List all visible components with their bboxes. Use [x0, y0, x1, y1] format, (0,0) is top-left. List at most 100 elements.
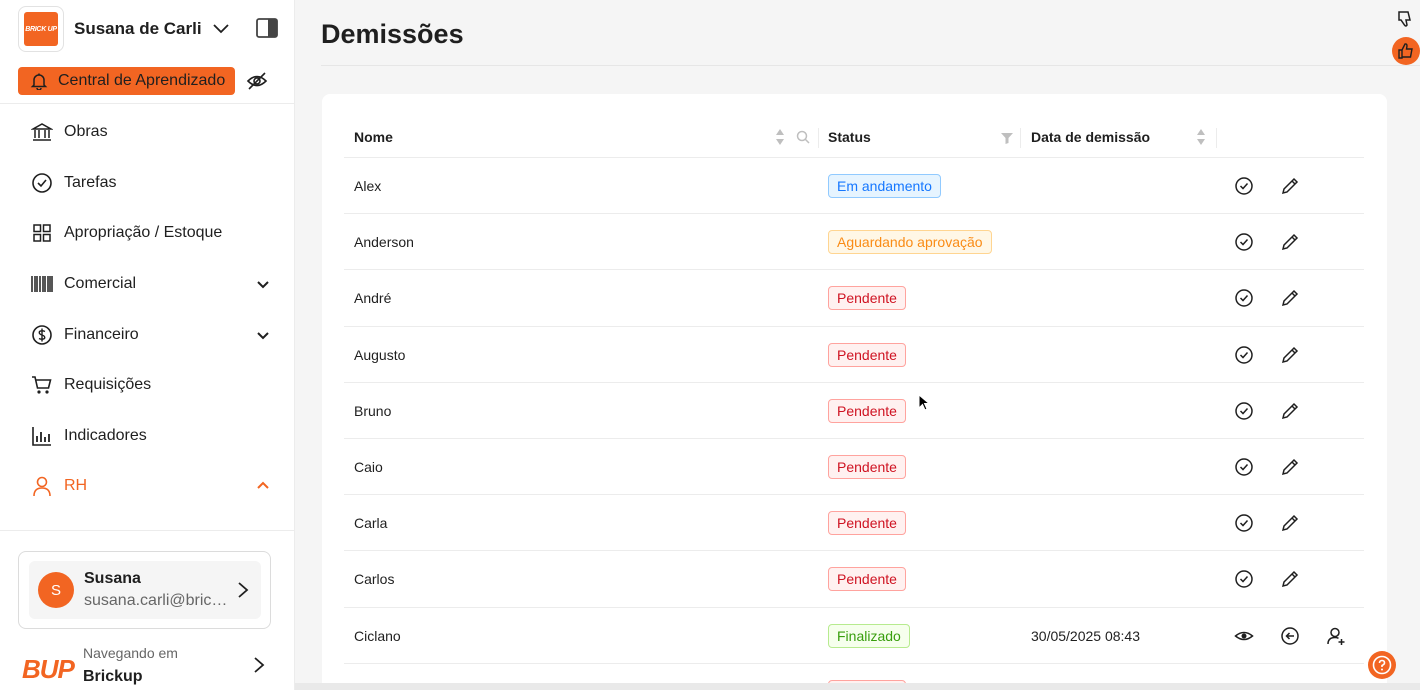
user-card: S Susana susana.carli@brickup.com.br [18, 551, 271, 629]
chevron-down-icon [256, 328, 270, 342]
eye-icon[interactable] [1234, 626, 1254, 646]
sidebar-divider [0, 530, 295, 531]
check-circle-icon [31, 172, 53, 194]
employee-name: Ciclano [354, 627, 401, 644]
check-circle-icon[interactable] [1234, 513, 1254, 533]
employee-name: André [354, 290, 392, 307]
page-title: Demissões [321, 19, 464, 49]
table-row: Carla Pendente [344, 495, 1364, 552]
panel-toggle-icon[interactable] [256, 18, 278, 38]
barcode-icon [31, 273, 53, 295]
title-divider [321, 65, 1420, 66]
edit-icon[interactable] [1280, 232, 1300, 252]
table-header: Nome Status Data de demissão [344, 116, 1364, 158]
sort-icon[interactable] [775, 128, 785, 146]
thumbs-down-icon[interactable] [1396, 9, 1416, 29]
horizontal-scrollbar[interactable] [295, 683, 1420, 690]
nav-item-requisicoes[interactable]: Requisições [0, 360, 295, 411]
nav-item-apropriacao[interactable]: Apropriação / Estoque [0, 208, 295, 259]
check-circle-icon[interactable] [1234, 345, 1254, 365]
status-badge: Pendente [828, 567, 906, 592]
table-row: Caio Pendente [344, 439, 1364, 496]
user-profile-button[interactable]: S Susana susana.carli@brickup.com.br [29, 561, 261, 619]
table-row: Ciclano Finalizado 30/05/2025 08:43 [344, 608, 1364, 664]
filter-icon[interactable] [1001, 131, 1013, 144]
column-separator [818, 128, 819, 148]
avatar: S [38, 572, 74, 608]
status-badge: Aguardando aprovação [828, 230, 992, 255]
chevron-down-icon [212, 20, 230, 38]
workspace-logo: BRICK UP [18, 6, 64, 52]
check-circle-icon[interactable] [1234, 457, 1254, 477]
column-separator [1020, 128, 1021, 148]
nav-label: RH [64, 477, 88, 495]
edit-icon[interactable] [1280, 569, 1300, 589]
sort-icon[interactable] [1196, 128, 1206, 146]
org-name: Brickup [83, 668, 143, 685]
learning-center-label: Central de Aprendizado [58, 72, 226, 89]
search-icon[interactable] [796, 130, 810, 144]
dollar-circle-icon [31, 324, 53, 346]
thumbs-up-icon[interactable] [1392, 37, 1420, 65]
arrow-left-circle-icon[interactable] [1280, 626, 1300, 646]
employee-name: Augusto [354, 346, 406, 363]
check-circle-icon[interactable] [1234, 176, 1254, 196]
employee-name: Carla [354, 515, 388, 532]
user-add-icon[interactable] [1326, 626, 1346, 646]
edit-icon[interactable] [1280, 457, 1300, 477]
column-header-name: Nome [354, 129, 393, 145]
nav-label: Apropriação / Estoque [64, 224, 223, 242]
nav-item-financeiro[interactable]: Financeiro [0, 309, 295, 360]
workspace-switcher[interactable]: BRICK UP Susana de Carli [18, 6, 288, 52]
edit-icon[interactable] [1280, 513, 1300, 533]
employee-name: Alex [354, 178, 382, 194]
nav-item-obras[interactable]: Obras [0, 107, 295, 158]
status-badge: Pendente [828, 455, 906, 479]
status-badge: Pendente [828, 286, 906, 311]
chevron-right-icon [236, 581, 250, 599]
edit-icon[interactable] [1280, 345, 1300, 365]
grid-icon [31, 222, 53, 244]
sidebar: BRICK UP Susana de Carli Central de Apre… [0, 0, 295, 690]
nav-item-rh[interactable]: RH [0, 461, 295, 512]
nav-item-tarefas[interactable]: Tarefas [0, 158, 295, 209]
status-badge: Pendente [828, 342, 906, 367]
org-switcher[interactable]: BUP Navegando em Brickup [22, 642, 282, 688]
bank-icon [31, 121, 53, 143]
eye-off-icon[interactable] [246, 71, 268, 91]
table-row: Anderson Aguardando aprovação [344, 214, 1364, 271]
learning-center-button[interactable]: Central de Aprendizado [18, 67, 236, 95]
nav-item-comercial[interactable]: Comercial [0, 259, 295, 310]
check-circle-icon[interactable] [1234, 569, 1254, 589]
sidebar-divider [0, 103, 295, 104]
column-header-status: Status [828, 129, 871, 145]
workspace-logo-mark: BRICK UP [24, 12, 58, 46]
nav-label: Obras [64, 123, 108, 141]
table-row: Augusto Pendente [344, 327, 1364, 383]
nav-label: Financeiro [64, 325, 139, 343]
check-circle-icon[interactable] [1234, 232, 1254, 252]
status-badge: Finalizado [828, 623, 910, 648]
nav-label: Comercial [64, 275, 137, 293]
edit-icon[interactable] [1280, 288, 1300, 308]
check-circle-icon[interactable] [1234, 288, 1254, 308]
table-row: Carlos Pendente [344, 551, 1364, 608]
mouse-cursor-icon [918, 393, 931, 412]
help-icon[interactable] [1368, 651, 1396, 679]
column-separator [1216, 128, 1217, 148]
check-circle-icon[interactable] [1234, 401, 1254, 421]
status-badge: Pendente [828, 511, 906, 536]
user-info: Susana susana.carli@brickup.com.br [84, 570, 229, 610]
nav-item-indicadores[interactable]: Indicadores [0, 411, 295, 462]
chevron-down-icon [256, 277, 270, 291]
employee-name: Carlos [354, 571, 395, 588]
edit-icon[interactable] [1280, 176, 1300, 196]
bar-chart-icon [31, 425, 53, 447]
nav-label: Requisições [64, 376, 152, 394]
cart-icon [31, 374, 53, 396]
edit-icon[interactable] [1280, 401, 1300, 421]
table-row: Alex Em andamento [344, 158, 1364, 215]
employee-name: Caio [354, 459, 383, 475]
chevron-right-icon [252, 656, 266, 674]
employee-name: Bruno [354, 402, 392, 419]
